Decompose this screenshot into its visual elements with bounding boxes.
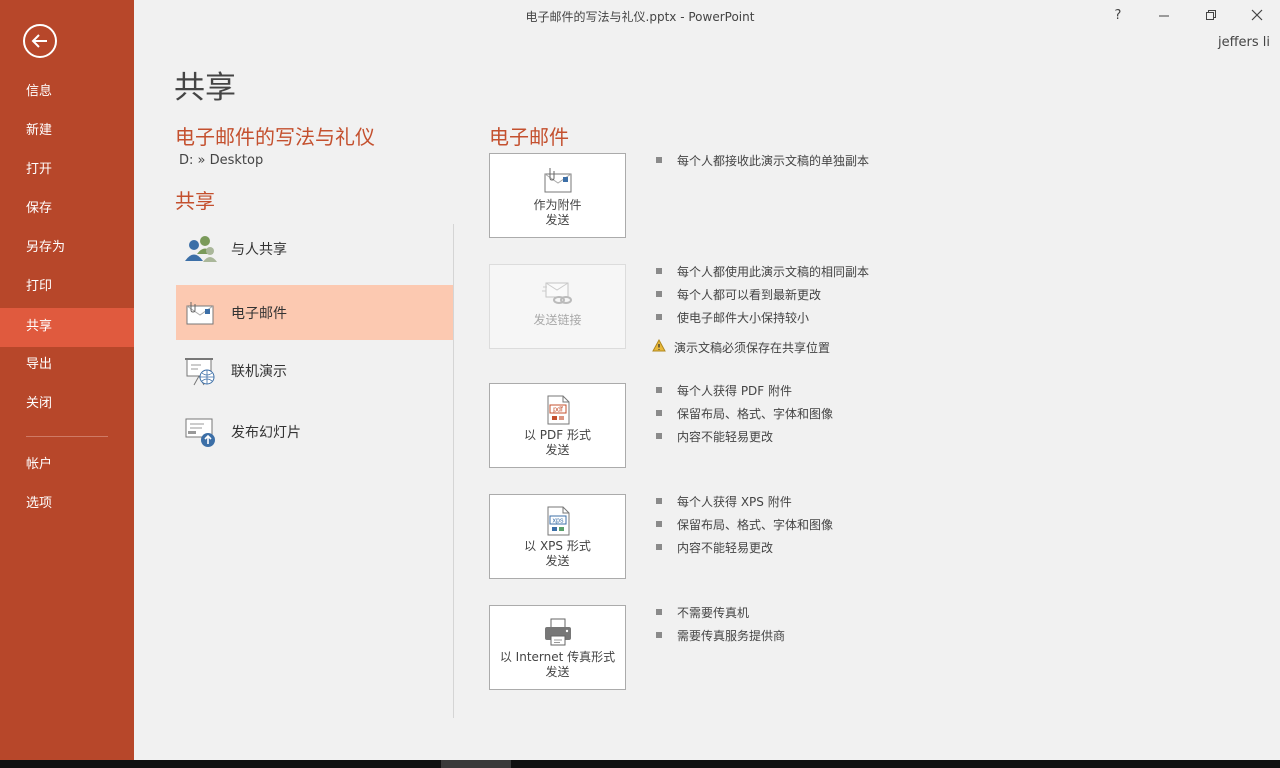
window-title: 电子邮件的写法与礼仪.pptx - PowerPoint — [525, 10, 755, 24]
link-icon — [541, 279, 574, 311]
minimize-icon — [1159, 15, 1169, 17]
nav-account[interactable]: 帐户 — [0, 447, 134, 483]
svg-text:xps: xps — [552, 518, 563, 525]
bullet-item: 每个人都使用此演示文稿的相同副本 — [656, 263, 869, 279]
nav-separator — [26, 436, 108, 437]
publish-slides-icon — [182, 414, 218, 450]
nav-save-as[interactable]: 另存为 — [0, 230, 134, 266]
share-option-label: 与人共享 — [231, 242, 287, 258]
warning-item: 演示文稿必须保存在共享位置 — [652, 338, 830, 355]
close-window-button[interactable] — [1242, 4, 1272, 26]
account-name[interactable]: jeffers li — [1218, 35, 1270, 50]
online-present-icon — [182, 353, 218, 389]
restore-button[interactable] — [1196, 4, 1226, 26]
taskbar-app-tab[interactable] — [441, 760, 511, 768]
fax-icon — [542, 616, 574, 648]
backstage-sidebar: 信息 新建 打开 保存 另存为 打印 共享 导出 关闭 帐户 选项 — [0, 0, 134, 760]
button-label-line1: 发送链接 — [533, 313, 582, 327]
share-option-publish-slides[interactable]: 发布幻灯片 — [176, 404, 453, 460]
share-option-email[interactable]: 电子邮件 — [176, 285, 453, 340]
nav-share[interactable]: 共享 — [0, 308, 134, 347]
email-section-heading: 电子邮件 — [489, 125, 569, 149]
bullet-item: 需要传真服务提供商 — [656, 627, 785, 643]
people-icon — [182, 231, 218, 267]
back-button[interactable] — [23, 24, 57, 58]
share-option-label: 联机演示 — [231, 364, 287, 380]
nav-info[interactable]: 信息 — [0, 74, 134, 110]
bullet-item: 保留布局、格式、字体和图像 — [656, 516, 833, 532]
send-as-attachment-button[interactable]: 作为附件 发送 — [489, 153, 626, 238]
button-label-line1: 以 PDF 形式 — [523, 428, 591, 442]
nav-new[interactable]: 新建 — [0, 113, 134, 149]
xps-icon: xps — [542, 505, 574, 537]
document-path: D: » Desktop — [179, 153, 264, 168]
pdf-icon: pdf — [542, 394, 574, 426]
attachment-icon — [542, 164, 574, 196]
bullet-item: 每个人获得 XPS 附件 — [656, 493, 792, 509]
nav-export[interactable]: 导出 — [0, 347, 134, 383]
bullet-item: 每个人都可以看到最新更改 — [656, 286, 821, 302]
button-label-line2: 发送 — [545, 665, 570, 679]
minimize-button[interactable] — [1149, 4, 1179, 26]
send-as-internet-fax-button[interactable]: 以 Internet 传真形式 发送 — [489, 605, 626, 690]
share-option-people[interactable]: 与人共享 — [176, 221, 453, 277]
nav-close[interactable]: 关闭 — [0, 386, 134, 422]
panel-divider — [453, 224, 454, 718]
bullet-item: 每个人获得 PDF 附件 — [656, 382, 792, 398]
share-option-online-present[interactable]: 联机演示 — [176, 343, 453, 399]
button-label-line1: 以 XPS 形式 — [524, 539, 591, 553]
document-title: 电子邮件的写法与礼仪 — [175, 125, 375, 149]
back-arrow-icon — [31, 34, 47, 48]
bullet-item: 不需要传真机 — [656, 604, 749, 620]
help-button[interactable]: ? — [1103, 4, 1133, 26]
send-as-pdf-button[interactable]: pdf 以 PDF 形式 发送 — [489, 383, 626, 468]
button-label-line2: 发送 — [545, 443, 570, 457]
nav-print[interactable]: 打印 — [0, 269, 134, 305]
bullet-item: 每个人都接收此演示文稿的单独副本 — [656, 152, 869, 168]
page-title: 共享 — [174, 70, 236, 106]
button-label-line1: 作为附件 — [533, 198, 582, 212]
bullet-item: 保留布局、格式、字体和图像 — [656, 405, 833, 421]
taskbar — [0, 760, 1280, 768]
share-heading: 共享 — [175, 189, 215, 213]
restore-icon — [1206, 10, 1216, 20]
send-link-button[interactable]: 发送链接 — [489, 264, 626, 349]
nav-save[interactable]: 保存 — [0, 191, 134, 227]
nav-options[interactable]: 选项 — [0, 486, 134, 522]
bullet-item: 使电子邮件大小保持较小 — [656, 309, 809, 325]
send-as-xps-button[interactable]: xps 以 XPS 形式 发送 — [489, 494, 626, 579]
bullet-item: 内容不能轻易更改 — [656, 428, 773, 444]
nav-open[interactable]: 打开 — [0, 152, 134, 188]
button-label-line2: 发送 — [545, 554, 570, 568]
share-option-label: 发布幻灯片 — [231, 425, 301, 441]
svg-text:pdf: pdf — [553, 407, 563, 414]
bullet-item: 内容不能轻易更改 — [656, 539, 773, 555]
button-label-line1: 以 Internet 传真形式 — [499, 650, 616, 664]
warning-icon — [652, 338, 666, 355]
share-option-label: 电子邮件 — [231, 305, 287, 322]
button-label-line2: 发送 — [545, 213, 570, 227]
email-icon — [182, 295, 218, 331]
close-icon — [1251, 9, 1263, 21]
